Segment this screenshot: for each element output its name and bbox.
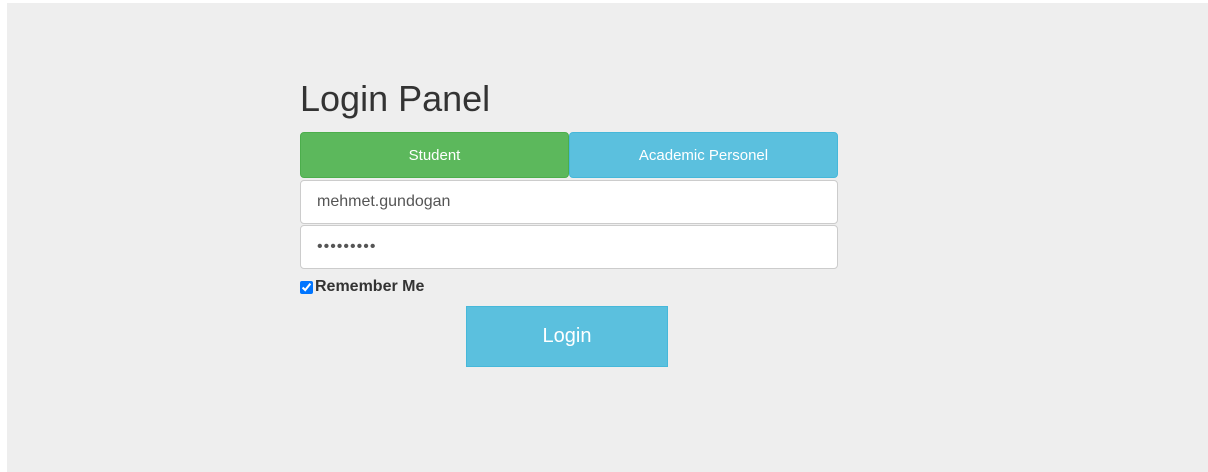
remember-me[interactable]: Remember Me	[300, 277, 424, 297]
page-background: Login Panel Student Academic Personel Re…	[7, 3, 1208, 472]
tab-student[interactable]: Student	[300, 132, 569, 178]
tab-academic-personel[interactable]: Academic Personel	[569, 132, 838, 178]
password-input[interactable]	[300, 225, 838, 269]
remember-me-label: Remember Me	[315, 278, 425, 295]
page-title: Login Panel	[300, 78, 491, 119]
remember-me-checkbox[interactable]	[300, 280, 313, 294]
username-input[interactable]	[300, 180, 838, 224]
user-type-tabs: Student Academic Personel	[300, 132, 838, 178]
login-button[interactable]: Login	[466, 306, 668, 367]
